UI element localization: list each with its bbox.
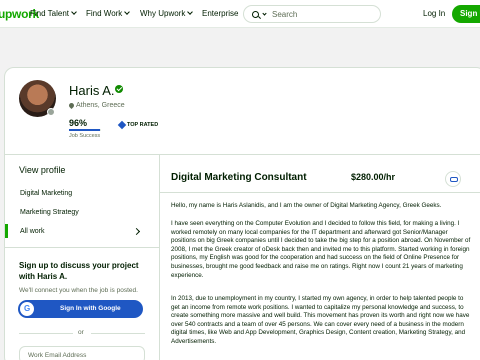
divider: [5, 247, 159, 248]
nav-find-work[interactable]: Find Work: [86, 9, 131, 18]
divider: [19, 333, 73, 334]
divider: [160, 192, 480, 193]
divider: [159, 155, 160, 360]
chevron-right-icon[interactable]: [132, 227, 141, 236]
chevron-down-icon: [71, 9, 77, 15]
nav-why-upwork-label: Why Upwork: [140, 9, 186, 18]
chevron-down-icon: [124, 9, 131, 15]
top-navigation: upwork Find Talent Find Work Why Upwork …: [0, 0, 480, 28]
share-link-icon[interactable]: [445, 171, 461, 187]
nav-find-talent-label: Find Talent: [30, 9, 69, 18]
nav-why-upwork[interactable]: Why Upwork: [140, 9, 194, 18]
top-rated-label: TOP RATED: [127, 122, 159, 128]
signup-subtitle: We'll connect you when the job is posted…: [19, 287, 138, 294]
sidebar-item-all-work[interactable]: All work: [20, 228, 45, 235]
status-dot-icon: [47, 108, 55, 116]
profile-name: Haris A.: [69, 83, 115, 98]
job-success-bar: [69, 129, 101, 131]
signup-button[interactable]: Sign Up: [452, 5, 480, 23]
google-icon: G: [24, 304, 31, 313]
google-signin-label: Sign In with Google: [60, 305, 121, 312]
divider: [91, 333, 145, 334]
nav-find-work-label: Find Work: [86, 9, 123, 18]
overview-paragraph-1: Hello, my name is Haris Aslanidis, and I…: [171, 202, 442, 209]
location-pin-icon: [67, 101, 76, 110]
or-separator: or: [78, 329, 84, 336]
search-icon: [252, 10, 259, 18]
profile-location: Athens, Greece: [67, 101, 125, 110]
divider: [5, 154, 480, 155]
google-icon-badge: G: [20, 302, 34, 316]
nav-find-talent[interactable]: Find Talent: [30, 9, 77, 18]
hourly-rate: $280.00/hr: [351, 172, 396, 182]
job-success-value: 96%: [69, 118, 88, 128]
profile-title: Digital Marketing Consultant: [171, 172, 307, 183]
chevron-down-icon[interactable]: [262, 10, 267, 16]
google-signin-button[interactable]: G Sign In with Google: [18, 300, 143, 318]
sidebar-item-digital-marketing[interactable]: Digital Marketing: [20, 190, 72, 197]
job-success-fill: [69, 129, 100, 131]
email-field[interactable]: [19, 346, 145, 360]
job-success-label: Job Success: [69, 133, 101, 139]
search-input[interactable]: Search: [243, 5, 381, 23]
location-text: Athens, Greece: [76, 102, 125, 109]
top-rated-icon: [117, 120, 127, 130]
signup-title: Sign up to discuss your project with Har…: [19, 261, 139, 281]
nav-enterprise[interactable]: Enterprise: [202, 9, 238, 18]
nav-enterprise-label: Enterprise: [202, 9, 239, 18]
sidebar-item-marketing-strategy[interactable]: Marketing Strategy: [20, 209, 79, 216]
login-link[interactable]: Log In: [423, 9, 445, 18]
chevron-down-icon: [187, 9, 194, 15]
active-indicator: [5, 224, 8, 238]
overview-paragraph-2: I have seen everything on the Computer E…: [171, 220, 471, 279]
profile-card: Haris A. Athens, Greece 96% Job Success …: [4, 67, 480, 360]
top-rated-badge: TOP RATED: [117, 120, 159, 130]
overview-paragraph-3: In 2013, due to unemployment in my count…: [171, 295, 470, 345]
view-profile-title: View profile: [19, 165, 66, 175]
search-placeholder: Search: [272, 9, 298, 19]
verified-icon: [115, 85, 123, 93]
